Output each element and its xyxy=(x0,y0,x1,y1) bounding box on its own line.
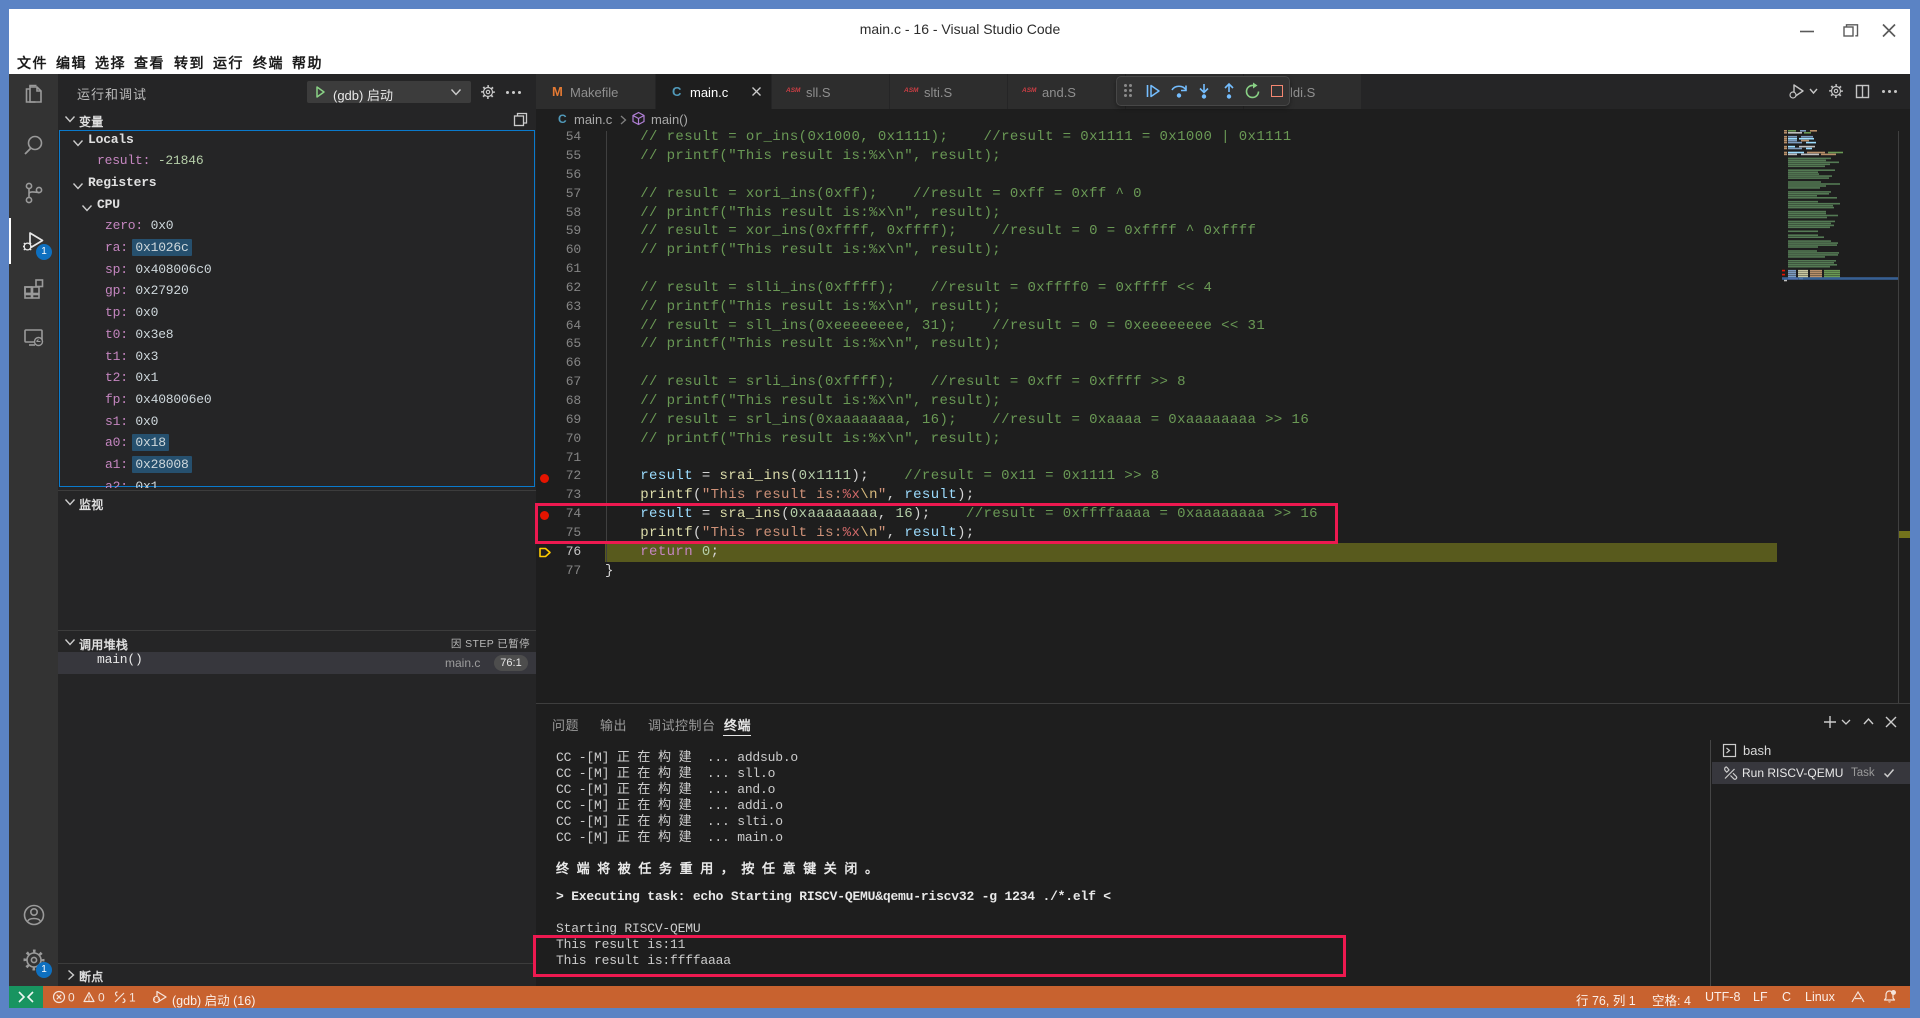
svg-text:1: 1 xyxy=(129,991,136,1005)
svg-text:0: 0 xyxy=(68,991,75,1005)
svg-text:0: 0 xyxy=(98,991,105,1005)
